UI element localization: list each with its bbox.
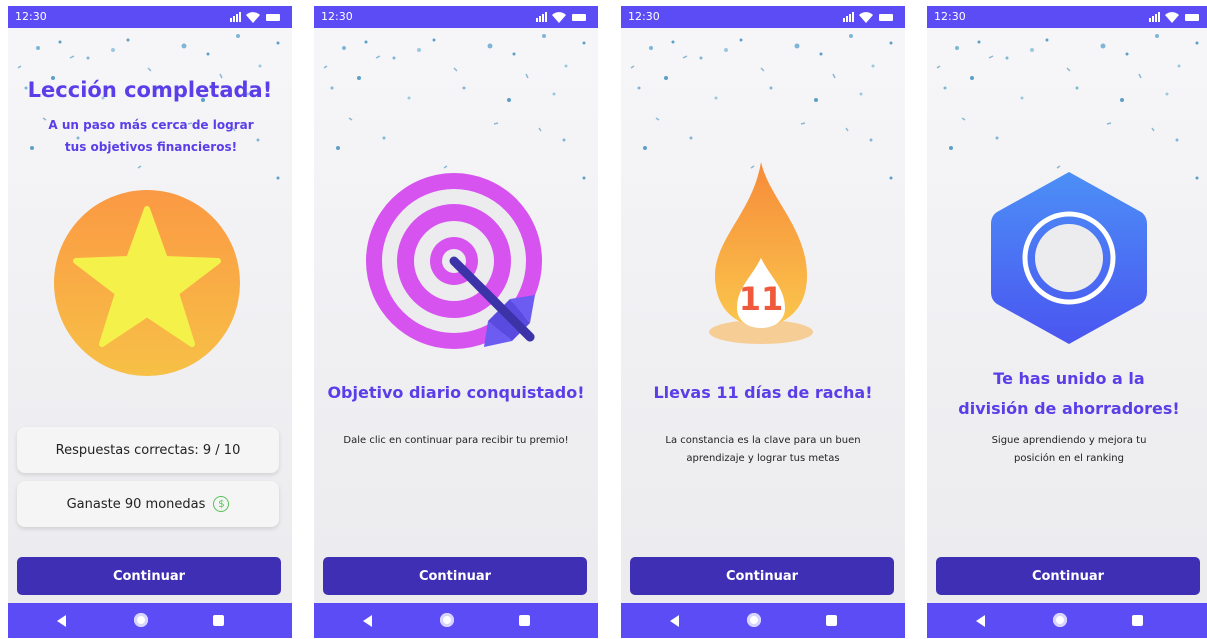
- screen-division: 12:30 Te has unido a la división de ahor…: [927, 6, 1207, 638]
- page-title: Objetivo diario conquistado!: [327, 383, 585, 402]
- status-bar: 12:30: [927, 6, 1207, 28]
- status-time: 12:30: [15, 10, 47, 23]
- recent-apps-icon[interactable]: [519, 615, 530, 626]
- correct-answers-text: Respuestas correctas: 9 / 10: [55, 442, 241, 458]
- status-icons: [536, 12, 586, 23]
- back-icon[interactable]: [670, 615, 679, 627]
- back-icon[interactable]: [976, 615, 985, 627]
- status-bar: 12:30: [621, 6, 905, 28]
- coins-earned-card: Ganaste 90 monedas $: [17, 481, 279, 527]
- back-icon[interactable]: [57, 615, 66, 627]
- streak-number: 11: [738, 280, 784, 318]
- recent-apps-icon[interactable]: [213, 615, 224, 626]
- page-subtitle: A un paso más cerca de lograr tus objeti…: [48, 118, 254, 154]
- android-nav-bar: [621, 603, 905, 638]
- home-icon[interactable]: [747, 613, 761, 627]
- status-bar: 12:30: [8, 6, 292, 28]
- screen-daily-goal: 12:30 Objetivo diario conquistado! Dale …: [314, 6, 598, 638]
- page-description: Sigue aprendiendo y mejora tu posición e…: [991, 435, 1147, 464]
- correct-answers-card: Respuestas correctas: 9 / 10: [17, 427, 279, 473]
- home-icon[interactable]: [134, 613, 148, 627]
- recent-apps-icon[interactable]: [826, 615, 837, 626]
- android-nav-bar: [314, 603, 598, 638]
- coin-icon: $: [213, 496, 230, 512]
- star-badge-icon: [54, 190, 240, 376]
- hexagon-division-badge-icon: [991, 172, 1147, 344]
- screen-lesson-complete: 12:30 Lección completada! A un paso más …: [8, 6, 292, 638]
- target-with-arrow-icon: [366, 173, 542, 349]
- continue-button[interactable]: Continuar: [936, 557, 1200, 595]
- status-time: 12:30: [628, 10, 660, 23]
- continue-button[interactable]: Continuar: [17, 557, 281, 595]
- confetti: [17, 33, 281, 181]
- home-icon[interactable]: [440, 613, 454, 627]
- page-title: Llevas 11 días de racha!: [653, 383, 873, 402]
- flame-icon: [709, 162, 813, 344]
- home-icon[interactable]: [1053, 613, 1067, 627]
- status-bar: 12:30: [314, 6, 598, 28]
- status-time: 12:30: [321, 10, 353, 23]
- page-title-line1: Te has unido a la: [993, 369, 1145, 388]
- page-description: La constancia es la clave para un buen a…: [665, 435, 861, 464]
- recent-apps-icon[interactable]: [1132, 615, 1143, 626]
- coins-earned-text: Ganaste 90 monedas: [66, 496, 206, 512]
- back-icon[interactable]: [363, 615, 372, 627]
- coin-symbol: $: [218, 498, 225, 510]
- page-description: Dale clic en continuar para recibir tu p…: [343, 435, 569, 446]
- android-nav-bar: [8, 603, 292, 638]
- page-title: Lección completada!: [27, 78, 273, 102]
- status-icons: [843, 12, 893, 23]
- continue-button[interactable]: Continuar: [323, 557, 587, 595]
- continue-button[interactable]: Continuar: [630, 557, 894, 595]
- status-time: 12:30: [934, 10, 966, 23]
- screen-streak: 12:30 11 Llevas 11 días de racha! La con…: [621, 6, 905, 638]
- status-icons: [1149, 12, 1199, 23]
- status-icons: [230, 12, 280, 23]
- android-nav-bar: [927, 603, 1207, 638]
- page-title-line2: división de ahorradores!: [958, 399, 1180, 418]
